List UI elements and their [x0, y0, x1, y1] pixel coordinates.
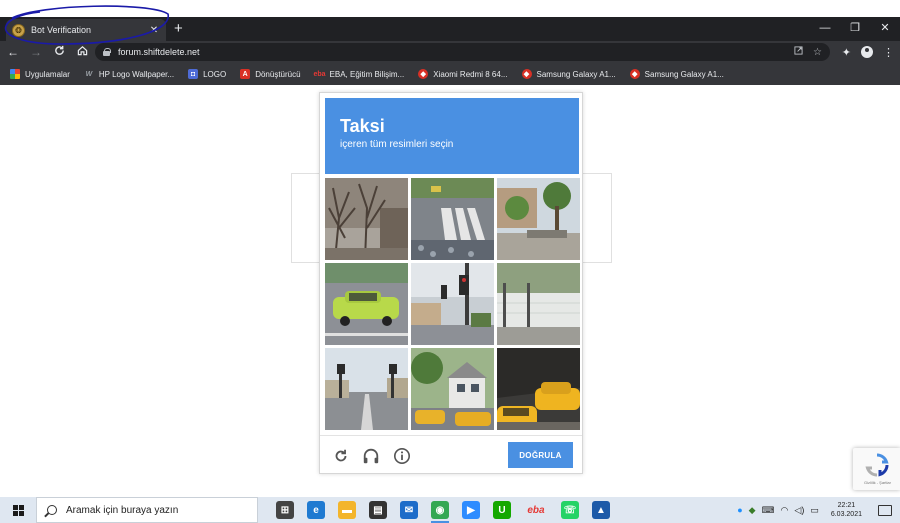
- address-bar[interactable]: forum.shiftdelete.net ☆: [95, 43, 830, 61]
- open-in-app-icon[interactable]: [794, 46, 803, 58]
- home-icon: [77, 46, 87, 56]
- site-icon: ◆: [629, 69, 640, 79]
- recaptcha-badge[interactable]: Gizlilik - Şartlar: [853, 448, 900, 490]
- input-indicator-icon[interactable]: ▭: [810, 505, 819, 516]
- hp-icon: W: [85, 70, 93, 78]
- image-tile-bare-trees[interactable]: [325, 178, 408, 260]
- windows-icon: [12, 504, 24, 516]
- notifications-icon[interactable]: [878, 504, 892, 516]
- minimize-button[interactable]: —: [810, 17, 840, 39]
- image-tile-house-taxis[interactable]: [411, 348, 494, 430]
- image-grid: [325, 178, 580, 431]
- bookmark-xiaomi[interactable]: ◆ Xiaomi Redmi 8 64...: [418, 69, 508, 79]
- bookmark-eba[interactable]: eba EBA, Eğitim Bilişim...: [313, 69, 405, 79]
- tab-title: Bot Verification: [31, 25, 92, 35]
- challenge-header: Taksi içeren tüm resimleri seçin: [325, 98, 579, 174]
- info-icon[interactable]: [393, 447, 411, 465]
- restore-button[interactable]: ❐: [840, 17, 870, 39]
- taskbar-apps: ⊞ e ▬ ▤ ✉ ◉ ▶ Ueba ☏ ▲: [276, 501, 610, 523]
- bookmark-converter[interactable]: A Dönüştürücü: [240, 69, 301, 79]
- home-button[interactable]: [72, 45, 92, 59]
- bookmark-samsung-1[interactable]: ◆ Samsung Galaxy A1...: [521, 69, 616, 79]
- clock-time: 22:21: [837, 502, 856, 509]
- site-icon: ◆: [418, 69, 429, 79]
- explorer-icon[interactable]: ▬: [338, 501, 356, 519]
- reload-challenge-icon[interactable]: [332, 447, 350, 465]
- wifi-icon[interactable]: ◠: [781, 505, 789, 516]
- store-icon[interactable]: ▤: [369, 501, 387, 519]
- url-text[interactable]: forum.shiftdelete.net: [118, 47, 200, 57]
- recaptcha-challenge: Taksi içeren tüm resimleri seçin DOĞRULA: [319, 92, 583, 474]
- reload-icon: [54, 45, 64, 55]
- system-tray: ● ◆ ⌨ ◠ ◁) ▭ 22:21 6.03.2021: [737, 497, 900, 523]
- recaptcha-logo-icon: [865, 453, 889, 477]
- bookmark-apps[interactable]: Uygulamalar: [10, 69, 70, 79]
- close-window-button[interactable]: ✕: [870, 17, 900, 39]
- audio-challenge-icon[interactable]: [362, 447, 380, 465]
- photos-icon[interactable]: ▲: [592, 501, 610, 519]
- menu-icon[interactable]: ⋮: [883, 46, 894, 59]
- toolbar-right: ✦ ⋮: [842, 41, 894, 63]
- image-tile-taxi-car[interactable]: [325, 263, 408, 345]
- profile-icon[interactable]: [861, 46, 873, 58]
- keyboard-layout-icon[interactable]: ⌨: [762, 505, 775, 516]
- image-tile-taxi-closeup[interactable]: [497, 348, 580, 430]
- mail-icon[interactable]: ✉: [400, 501, 418, 519]
- target-word: Taksi: [340, 116, 385, 136]
- lock-icon[interactable]: [103, 48, 111, 56]
- back-button[interactable]: ←: [3, 45, 23, 59]
- network-tray-icon[interactable]: ◆: [749, 505, 756, 516]
- skype-tray-icon[interactable]: ●: [737, 505, 742, 515]
- recaptcha-privacy-text[interactable]: Gizlilik - Şartlar: [855, 480, 900, 485]
- reload-button[interactable]: [49, 45, 69, 59]
- image-tile-white-wall[interactable]: [497, 263, 580, 345]
- omnibox-actions: ☆: [794, 43, 822, 61]
- new-tab-button[interactable]: +: [174, 20, 183, 38]
- image-tile-palm-street[interactable]: [497, 178, 580, 260]
- clock[interactable]: 22:21 6.03.2021: [831, 501, 862, 519]
- image-tile-road-signals[interactable]: [325, 348, 408, 430]
- site-icon: ◆: [521, 69, 532, 79]
- eba-icon: eba: [313, 70, 326, 78]
- task-view-icon[interactable]: ⊞: [276, 501, 294, 519]
- clock-date: 6.03.2021: [830, 511, 862, 518]
- whatsapp-icon[interactable]: ☏: [561, 501, 579, 519]
- window-controls: — ❐ ✕: [810, 17, 900, 39]
- taskbar: Aramak için buraya yazın ⊞ e ▬ ▤ ✉ ◉ ▶ Ueba ☏ ▲ ●…: [0, 497, 900, 523]
- taskbar-search[interactable]: Aramak için buraya yazın: [36, 497, 258, 523]
- search-icon: [47, 505, 57, 515]
- bookmark-star-icon[interactable]: ☆: [813, 47, 822, 58]
- bookmarks-bar: Uygulamalar W HP Logo Wallpaper... ◘ LOGO …: [0, 63, 900, 85]
- edge-icon[interactable]: e: [307, 501, 325, 519]
- logo-icon: ◘: [188, 69, 199, 79]
- bookmark-hp[interactable]: W HP Logo Wallpaper...: [84, 69, 174, 79]
- forward-button[interactable]: →: [26, 45, 46, 59]
- tab-bar: ❂ Bot Verification ✕ + — ❐ ✕: [0, 17, 900, 41]
- tab-favicon-icon: ❂: [12, 23, 25, 37]
- verify-button[interactable]: DOĞRULA: [508, 442, 573, 468]
- browser-chrome: ❂ Bot Verification ✕ + — ❐ ✕ ← → forum.s…: [0, 17, 900, 85]
- upwork-icon[interactable]: U: [493, 501, 511, 519]
- window-top-strip: [0, 0, 900, 17]
- eba-taskbar-icon[interactable]: eba: [524, 501, 548, 519]
- instruction-text: içeren tüm resimleri seçin: [340, 139, 454, 150]
- volume-icon[interactable]: ◁): [794, 505, 804, 516]
- browser-toolbar: ← → forum.shiftdelete.net ☆ ✦ ⋮: [0, 41, 900, 63]
- zoom-icon[interactable]: ▶: [462, 501, 480, 519]
- apps-icon: [10, 69, 20, 79]
- image-tile-crosswalk[interactable]: [411, 178, 494, 260]
- extensions-icon[interactable]: ✦: [842, 46, 851, 59]
- challenge-footer: DOĞRULA: [320, 435, 582, 473]
- tab-close-icon[interactable]: ✕: [148, 25, 160, 36]
- pdf-icon: A: [240, 69, 251, 79]
- chrome-icon[interactable]: ◉: [431, 501, 449, 523]
- tab-bot-verification[interactable]: ❂ Bot Verification ✕: [6, 19, 166, 41]
- bookmark-samsung-2[interactable]: ◆ Samsung Galaxy A1...: [629, 69, 724, 79]
- start-button[interactable]: [0, 497, 36, 523]
- image-tile-traffic-light[interactable]: [411, 263, 494, 345]
- search-placeholder: Aramak için buraya yazın: [66, 504, 179, 516]
- bookmark-logo[interactable]: ◘ LOGO: [188, 69, 226, 79]
